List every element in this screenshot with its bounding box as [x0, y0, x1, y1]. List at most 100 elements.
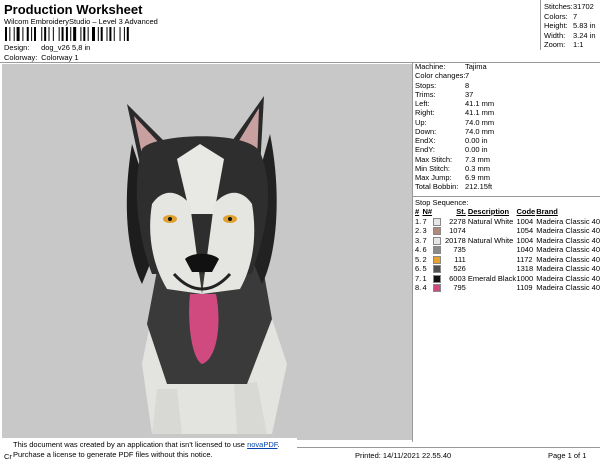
stitch-count: 735	[453, 245, 466, 254]
needle-cell: 7	[422, 236, 445, 246]
novapdf-link[interactable]: novaPDF	[247, 440, 277, 449]
colors-label: Colors:	[544, 11, 568, 21]
notice-cr: Cr	[4, 452, 12, 461]
col-header: Code	[516, 207, 536, 216]
thread-brand: Madeira Classic 40	[536, 283, 600, 292]
machine-info: Machine: Tajima Color changes:7 Stops: 8 Trim…	[415, 62, 494, 192]
stitch-count: 795	[453, 283, 466, 292]
machine-info-row: EndX: 0.00 in	[415, 136, 494, 145]
thread-brand: Madeira Classic 40	[536, 216, 600, 226]
table-header-row: # N# St. Description Code Brand	[415, 207, 600, 217]
thread-code: 1004	[516, 216, 534, 226]
thread-brand: Madeira Classic 40	[536, 245, 600, 254]
info-value: 8	[465, 80, 470, 90]
color-swatch	[432, 227, 441, 236]
needle-number: 5	[422, 264, 427, 273]
stop-number: 4.	[415, 245, 422, 254]
printed-timestamp: Printed: 14/11/2021 22.55.40	[355, 451, 452, 460]
design-stats: Stitches:31702 Colors: 7 Height: 5.83 in W…	[544, 2, 596, 50]
info-label: Left:	[415, 99, 430, 108]
info-value: 41.1 mm	[465, 108, 495, 118]
width-label: Width:	[544, 30, 566, 40]
info-label: Stops:	[415, 80, 437, 90]
stitch-count: 2278	[449, 216, 466, 226]
stitch-count: 526	[453, 264, 466, 273]
stop-number: 6.	[415, 264, 422, 273]
thread-brand: Madeira Classic 40	[536, 235, 600, 245]
notice-line-2: Purchase a license to generate PDF files…	[13, 450, 213, 459]
info-value: 37	[465, 89, 474, 99]
stop-number: 2.	[415, 226, 422, 235]
info-value: 74.0 mm	[465, 126, 495, 136]
height-label: Height:	[544, 21, 568, 31]
table-row: 7. 1 6003 Emerald Black 1000 Madeira Classic …	[415, 274, 600, 284]
info-value: 6.9 mm	[465, 173, 491, 182]
thread-description: Emerald Black	[467, 273, 517, 283]
thread-code: 1109	[516, 283, 533, 292]
thread-brand: Madeira Classic 40	[536, 226, 600, 235]
info-label: Right:	[415, 108, 435, 118]
stop-number: 7.	[415, 273, 422, 283]
design-preview	[2, 64, 412, 440]
barcode	[5, 27, 155, 41]
colorway-row: Colorway: Colorway 1	[4, 53, 79, 62]
info-label: Up:	[415, 117, 427, 127]
design-row: Design: dog_v26 5,8 in	[4, 43, 90, 52]
machine-info-row: Machine: Tajima	[415, 62, 494, 71]
color-swatch	[432, 217, 441, 226]
table-row: 8. 4 795 1109 Madeira Classic 40	[415, 283, 600, 293]
thread-brand: Madeira Classic 40	[536, 264, 600, 273]
thread-code: 1318	[516, 264, 534, 273]
table-row: 4. 6 735 1040 Madeira Classic 40	[415, 245, 600, 255]
needle-number: 6	[422, 245, 427, 254]
table-row: 6. 5 526 1318 Madeira Classic 40	[415, 264, 600, 274]
needle-cell: 4	[422, 283, 445, 293]
colors-value: 7	[573, 11, 578, 21]
design-label: Design:	[4, 43, 30, 52]
table-row: 2. 3 1074 1054 Madeira Classic 40	[415, 226, 600, 236]
info-label: Total Bobbin:	[415, 182, 459, 192]
needle-number: 4	[422, 283, 427, 292]
thread-description	[468, 226, 517, 236]
stitch-count: 20178	[444, 235, 466, 245]
needle-number: 7	[422, 235, 427, 245]
needle-number: 2	[422, 254, 427, 264]
thread-description	[468, 283, 517, 293]
thread-description: Natural White	[467, 216, 514, 226]
needle-cell: 1	[422, 274, 445, 284]
machine-info-row: Total Bobbin: 212.15ft	[415, 182, 494, 191]
needle-number: 3	[422, 226, 427, 235]
divider	[412, 62, 413, 442]
color-swatch	[432, 274, 441, 283]
color-swatch	[432, 236, 441, 245]
machine-info-row: Max Stitch: 7.3 mm	[415, 155, 494, 164]
color-swatch	[432, 246, 441, 255]
machine-info-row: Trims: 37	[415, 90, 494, 99]
zoom-value: 1:1	[573, 40, 584, 50]
needle-cell: 5	[422, 264, 445, 274]
info-value: 212.15ft	[465, 182, 493, 192]
page-number: Page 1 of 1	[548, 451, 587, 460]
info-label: Min Stitch:	[415, 163, 451, 173]
table-row: 5. 2 111 1172 Madeira Classic 40	[415, 255, 600, 265]
col-header: Brand	[536, 207, 558, 216]
info-label: EndY:	[415, 145, 436, 155]
stitches-label: Stitches:	[544, 2, 573, 11]
color-swatch	[432, 255, 441, 264]
info-value: Tajima	[465, 62, 487, 71]
needle-number: 1	[422, 273, 427, 283]
thread-description	[468, 245, 517, 255]
colorway-value: Colorway 1	[41, 53, 79, 62]
color-swatch	[432, 265, 441, 274]
info-value: 7.3 mm	[465, 154, 491, 164]
info-value: 74.0 mm	[465, 117, 495, 127]
thread-code: 1054	[516, 226, 534, 235]
machine-info-row: Left: 41.1 mm	[415, 99, 494, 108]
machine-info-row: EndY: 0.00 in	[415, 145, 494, 154]
stop-sequence-title: Stop Sequence:	[415, 198, 469, 207]
thread-description: Natural White	[467, 235, 514, 245]
stop-number: 3.	[415, 235, 422, 245]
notice-text: This document was created by an applicat…	[13, 440, 248, 449]
needle-number: 7	[422, 216, 427, 226]
thread-code: 1040	[516, 245, 534, 254]
